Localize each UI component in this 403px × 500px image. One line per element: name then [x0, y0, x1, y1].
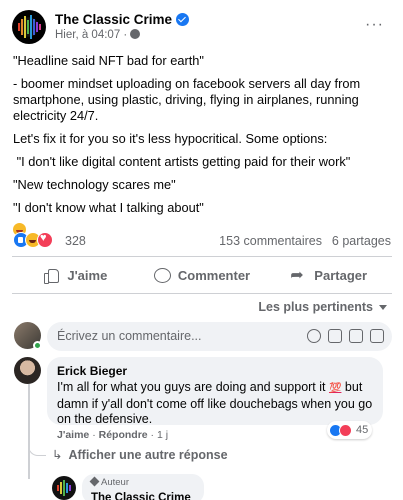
comment-actions: J'aime · Répondre · 1 j	[57, 429, 168, 441]
comment-like-link[interactable]: J'aime	[57, 429, 89, 441]
post-timestamp[interactable]: Hier, à 04:07 ·	[55, 29, 127, 41]
author-badge-label: Auteur	[101, 477, 129, 488]
reply-arrow-icon: ↳	[52, 448, 63, 462]
globe-icon	[130, 29, 141, 39]
thumbs-up-icon	[43, 267, 60, 284]
post-paragraph: "I don't like digital content artists ge…	[13, 154, 351, 169]
share-arrow-icon	[290, 265, 306, 285]
reply-author[interactable]: The Classic Crime	[91, 492, 191, 500]
comment-reply-link[interactable]: Répondre	[99, 429, 148, 441]
page-name[interactable]: The Classic Crime	[55, 12, 190, 27]
post-paragraph: "Headline said NFT bad for earth"	[13, 53, 204, 68]
comment-button[interactable]: Commenter	[139, 259, 266, 291]
hundred-emoji-icon: 💯	[328, 383, 342, 394]
show-other-reply-link[interactable]: ↳ Afficher une autre réponse	[52, 447, 228, 462]
comment-text-part: I'm all for what you guys are doing and …	[57, 380, 329, 394]
page-name-label[interactable]: The Classic Crime	[55, 12, 172, 27]
pen-icon	[89, 476, 100, 487]
separator: ·	[89, 429, 99, 441]
author-badge: Auteur	[89, 476, 195, 488]
post-paragraph: "New technology scares me"	[13, 177, 176, 192]
online-status-icon	[33, 341, 42, 350]
comment-bubble-icon	[153, 267, 171, 283]
emoji-icon[interactable]	[307, 329, 321, 343]
sticker-icon[interactable]	[370, 329, 384, 343]
post-meta: Hier, à 04:07 ·	[55, 29, 141, 41]
post-paragraph: Let's fix it for you so it's less hypocr…	[13, 131, 328, 146]
comment-sort-dropdown[interactable]: Les plus pertinents	[258, 300, 387, 314]
comment-bubble: Erick Bieger I'm all for what you guys a…	[47, 357, 383, 428]
post-body: "Headline said NFT bad for earth" - boom…	[13, 53, 393, 247]
caret-down-icon	[379, 305, 387, 310]
share-button[interactable]: Partager	[265, 259, 392, 291]
comment-text: I'm all for what you guys are doing and …	[57, 380, 373, 428]
page-avatar[interactable]	[12, 10, 46, 44]
comments-count[interactable]: 153 commentaires	[219, 234, 322, 248]
divider	[12, 293, 392, 294]
show-other-reply-label: Afficher une autre réponse	[68, 448, 228, 462]
sort-label: Les plus pertinents	[258, 300, 373, 314]
shares-count[interactable]: 6 partages	[332, 234, 391, 248]
share-button-label: Partager	[314, 267, 368, 283]
post-header: The Classic Crime Hier, à 04:07 · ···	[12, 10, 392, 44]
comment-author[interactable]: Erick Bieger	[57, 364, 373, 378]
like-button[interactable]: J'aime	[12, 259, 139, 291]
thread-connector	[28, 440, 46, 456]
comment-reaction-count: 45	[356, 424, 369, 436]
composer-tools	[307, 329, 384, 343]
gif-icon[interactable]	[349, 329, 363, 343]
comment-composer: Écrivez un commentaire...	[14, 322, 392, 352]
comment-button-label: Commenter	[177, 267, 251, 283]
love-reaction-icon	[37, 232, 53, 248]
post-paragraph: - boomer mindset uploading on facebook s…	[13, 76, 364, 123]
camera-icon[interactable]	[328, 329, 342, 343]
thread-line	[28, 384, 30, 479]
commenter-avatar[interactable]	[14, 357, 41, 384]
reply-author-label[interactable]: The Classic Crime	[91, 492, 191, 500]
love-reaction-icon	[339, 423, 352, 437]
post-stats: 328 153 commentaires 6 partages	[13, 232, 391, 250]
reply-avatar[interactable]	[52, 476, 76, 500]
divider	[12, 256, 392, 257]
verified-badge-icon	[176, 13, 190, 26]
like-button-label: J'aime	[67, 267, 108, 283]
post-action-bar: J'aime Commenter Partager	[12, 259, 392, 291]
comment-age[interactable]: · 1 j	[148, 429, 169, 441]
post-paragraph: "I don't know what I talking about"	[13, 200, 204, 215]
reactions-count[interactable]: 328	[65, 234, 86, 248]
reply-bubble: Auteur The Classic Crime	[82, 474, 204, 500]
comment-reactions[interactable]: 45	[327, 421, 373, 439]
more-options-icon[interactable]: ···	[365, 16, 384, 34]
